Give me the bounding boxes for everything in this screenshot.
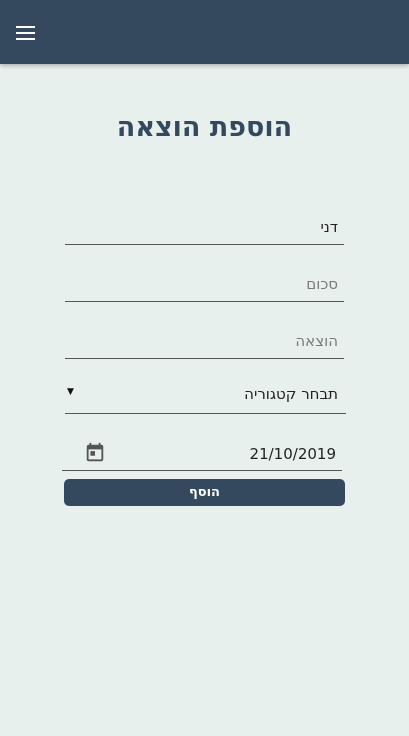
category-selected-value: תבחר קטגוריה [244, 385, 338, 403]
date-value: 21/10/2019 [249, 445, 336, 463]
name-input[interactable] [65, 218, 338, 236]
amount-field[interactable] [65, 258, 344, 302]
name-field[interactable] [65, 200, 344, 245]
expense-field[interactable] [65, 315, 344, 359]
category-select[interactable]: תבחר קטגוריה ▼ [65, 373, 346, 414]
dropdown-arrow-icon: ▼ [67, 387, 74, 397]
amount-input[interactable] [65, 275, 338, 293]
app-bar [0, 0, 409, 64]
menu-bar-middle [16, 32, 35, 34]
menu-bar-bottom [16, 38, 35, 40]
add-button[interactable]: הוסף [64, 479, 345, 506]
expense-input[interactable] [65, 332, 338, 350]
calendar-icon[interactable] [84, 442, 106, 464]
menu-bar-top [16, 26, 35, 28]
date-field[interactable]: 21/10/2019 [62, 432, 342, 471]
hamburger-menu-icon[interactable] [14, 22, 38, 44]
page-title: הוספת הוצאה [116, 112, 293, 143]
